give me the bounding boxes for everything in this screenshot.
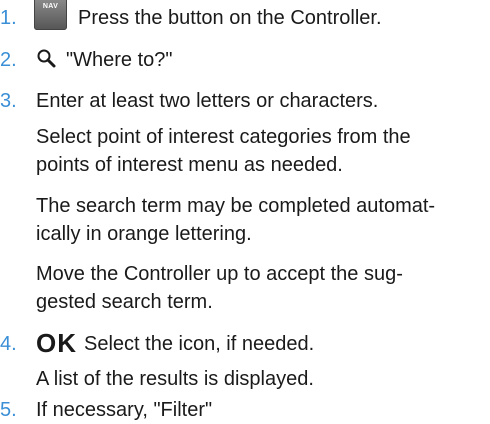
step-4-note-1: A list of the results is displayed. — [36, 365, 476, 393]
step-3-note-3: Move the Controller up to accept the sug… — [36, 260, 476, 316]
step-text: Press the button on the Controller. — [78, 7, 382, 29]
note-line: gested search term. — [36, 291, 213, 313]
step-number: 5. — [0, 399, 17, 421]
step-text: "Where to?" — [66, 49, 173, 71]
ok-icon: OK — [36, 328, 77, 358]
step-3-note-1: Select point of interest categories from… — [36, 123, 476, 179]
step-3-note-2: The search term may be completed automat… — [36, 192, 476, 248]
search-icon — [37, 49, 56, 68]
step-number: 3. — [0, 90, 17, 112]
note-line: ically in orange lettering. — [36, 223, 252, 245]
step-number: 2. — [0, 49, 17, 71]
step-text: Enter at least two letters or characters… — [36, 90, 379, 112]
note-line: Select point of interest categories from… — [36, 126, 411, 148]
step-text: Select the icon, if needed. — [84, 333, 315, 355]
step-text: If necessary, "Filter" — [36, 399, 213, 421]
note-line: points of interest menu as needed. — [36, 154, 343, 176]
note-line: Move the Controller up to accept the sug… — [36, 263, 403, 285]
step-number: 1. — [0, 7, 17, 29]
note-line: The search term may be completed automat… — [36, 195, 436, 217]
nav-button-icon: NAV — [34, 0, 67, 30]
step-number: 4. — [0, 333, 17, 355]
note-line: A list of the results is displayed. — [36, 368, 314, 390]
nav-button-label: NAV — [42, 3, 59, 10]
